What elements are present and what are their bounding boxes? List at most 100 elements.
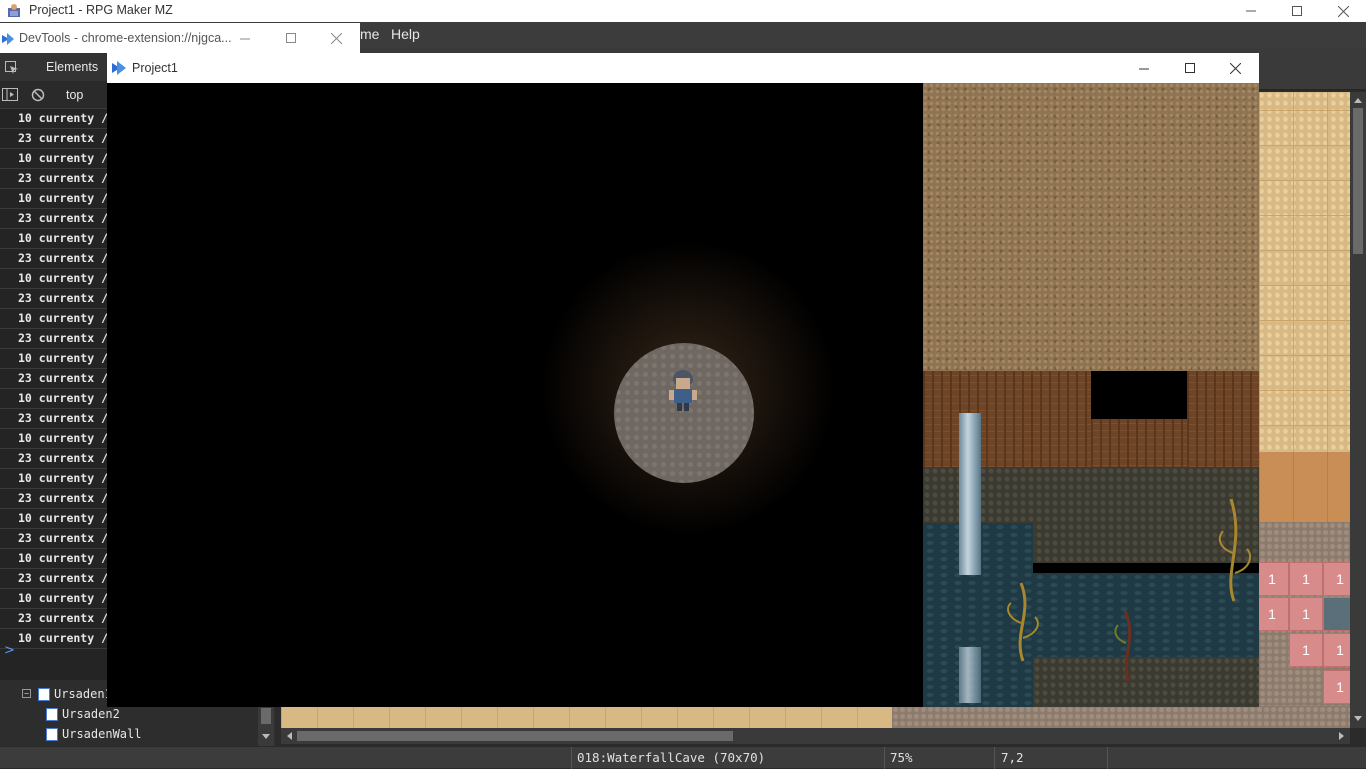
- scroll-down-icon[interactable]: [258, 730, 274, 744]
- scrollbar-thumb[interactable]: [1353, 108, 1363, 254]
- map-tree-item[interactable]: Ursaden1: [38, 685, 112, 703]
- game-canvas[interactable]: [107, 83, 1259, 707]
- region-cell: 1: [1289, 597, 1323, 631]
- tab-elements[interactable]: Elements: [46, 60, 98, 74]
- console-log-line: 23 currentx /2: [0, 329, 110, 349]
- map-wall-tiles: [1259, 452, 1350, 522]
- console-log-line: 10 currenty /:: [0, 469, 110, 489]
- console-log-line: 23 currentx /2: [0, 169, 110, 189]
- maximize-icon: [1292, 6, 1302, 16]
- game-titlebar: Project1: [107, 53, 1259, 83]
- console-log-line: 10 currenty /:: [0, 149, 110, 169]
- scroll-right-icon[interactable]: [1335, 728, 1349, 744]
- scroll-up-icon[interactable]: [1350, 93, 1366, 107]
- console-log-line: 23 currentx /2: [0, 209, 110, 229]
- game-window: Project1: [107, 53, 1259, 707]
- scroll-down-icon[interactable]: [1350, 712, 1366, 726]
- maximize-icon[interactable]: [1185, 63, 1195, 73]
- close-icon[interactable]: [1230, 63, 1241, 74]
- map-tree-item-label: Ursaden1: [54, 687, 112, 701]
- devtools-titlebar: DevTools - chrome-extension://njgca...: [0, 23, 360, 53]
- status-map-name: 018:WaterfallCave (70x70): [577, 750, 766, 765]
- statusbar: 018:WaterfallCave (70x70) 75% 7,2: [0, 746, 1366, 769]
- menu-help[interactable]: Help: [391, 26, 420, 42]
- cave-wall: [1187, 371, 1259, 467]
- cave-map-view: [923, 83, 1259, 707]
- vine-plant: [1114, 610, 1132, 682]
- console-log-line: 23 currentx /2: [0, 129, 110, 149]
- scrollbar-thumb[interactable]: [261, 708, 271, 724]
- maximize-icon[interactable]: [286, 33, 296, 43]
- console-log-line: 23 currentx /2: [0, 369, 110, 389]
- clear-console-icon[interactable]: [31, 88, 45, 102]
- menu-game[interactable]: me: [360, 26, 379, 42]
- console-log-line: 10 currenty /:: [0, 229, 110, 249]
- status-separator: [994, 747, 995, 769]
- region-cell: 1: [1259, 597, 1289, 631]
- region-cell: 1: [1323, 670, 1350, 704]
- status-zoom: 75%: [890, 750, 913, 765]
- tree-collapse-toggle[interactable]: −: [22, 689, 31, 698]
- vine-plant: [1007, 582, 1039, 662]
- sidebar-toggle-icon[interactable]: [2, 88, 18, 102]
- console-log-line: 10 currenty /:: [0, 429, 110, 449]
- maximize-button[interactable]: [1274, 0, 1320, 22]
- console-log-line: 10 currenty /:: [0, 589, 110, 609]
- map-icon: [46, 707, 58, 721]
- map-vertical-scrollbar[interactable]: [1350, 92, 1366, 728]
- cave-wall: [923, 371, 1091, 467]
- map-tree-item-label: Ursaden2: [62, 707, 120, 721]
- vine-plant: [1218, 498, 1252, 602]
- scrollbar-thumb[interactable]: [297, 731, 733, 741]
- cave-floor: [923, 83, 1259, 371]
- main-titlebar: Project1 - RPG Maker MZ: [0, 0, 1366, 22]
- context-selector[interactable]: top: [66, 88, 83, 102]
- minimize-icon: [1246, 10, 1256, 12]
- event-tile-waterfall[interactable]: [1323, 597, 1350, 631]
- map-icon: [46, 727, 58, 741]
- console-log-line: 23 currentx /2: [0, 449, 110, 469]
- status-separator: [1107, 747, 1108, 769]
- game-window-title: Project1: [132, 61, 178, 75]
- status-separator: [884, 747, 885, 769]
- console-log-line: 10 currenty /:: [0, 509, 110, 529]
- region-cell: 1: [1259, 562, 1289, 596]
- close-icon: [1337, 5, 1349, 17]
- console-log-line: 10 currenty /:: [0, 629, 110, 649]
- console-log-line: 23 currentx /2: [0, 289, 110, 309]
- scroll-left-icon[interactable]: [282, 728, 296, 744]
- console-log-line: 23 currentx /2: [0, 569, 110, 589]
- console-prompt-icon[interactable]: >: [4, 643, 15, 658]
- console-log-line: 23 currentx /2: [0, 529, 110, 549]
- region-cell: 1: [1289, 633, 1323, 667]
- map-horizontal-scrollbar[interactable]: [281, 728, 1350, 744]
- map-bottom-tiles: [281, 706, 1350, 728]
- console-log-line: 10 currenty /:: [0, 109, 110, 129]
- map-tree-item-label: UrsadenWall: [62, 727, 142, 741]
- console-log-line: 23 currentx /2: [0, 609, 110, 629]
- close-button[interactable]: [1320, 0, 1366, 22]
- console-log-line: 23 currentx /2: [0, 489, 110, 509]
- main-window-title: Project1 - RPG Maker MZ: [29, 3, 173, 17]
- game-app-icon: [112, 61, 126, 75]
- waterfall: [959, 413, 981, 575]
- status-coordinates: 7,2: [1001, 750, 1024, 765]
- region-cell: 1: [1323, 562, 1350, 596]
- console-log-line: 10 currenty /:: [0, 189, 110, 209]
- minimize-icon[interactable]: [240, 34, 250, 44]
- minimize-icon[interactable]: [1139, 64, 1149, 74]
- minimize-button[interactable]: [1228, 0, 1274, 22]
- map-tree-item[interactable]: Ursaden2: [46, 705, 120, 723]
- close-icon[interactable]: [331, 33, 342, 44]
- console-log-line: 10 currenty /:: [0, 549, 110, 569]
- map-editor-canvas[interactable]: 1 1 1 1 1 1 1 1: [1259, 92, 1350, 706]
- inspect-element-icon[interactable]: [5, 61, 19, 75]
- console-log-line: 23 currentx /2: [0, 249, 110, 269]
- region-cell: 1: [1289, 562, 1323, 596]
- light-circle: [614, 343, 754, 483]
- map-tree-item[interactable]: UrsadenWall: [46, 725, 141, 743]
- devtools-app-icon: [2, 33, 14, 45]
- rpg-maker-app-icon: [8, 4, 20, 17]
- player-character-sprite: [669, 370, 697, 411]
- console-log-line: 10 currenty /:: [0, 349, 110, 369]
